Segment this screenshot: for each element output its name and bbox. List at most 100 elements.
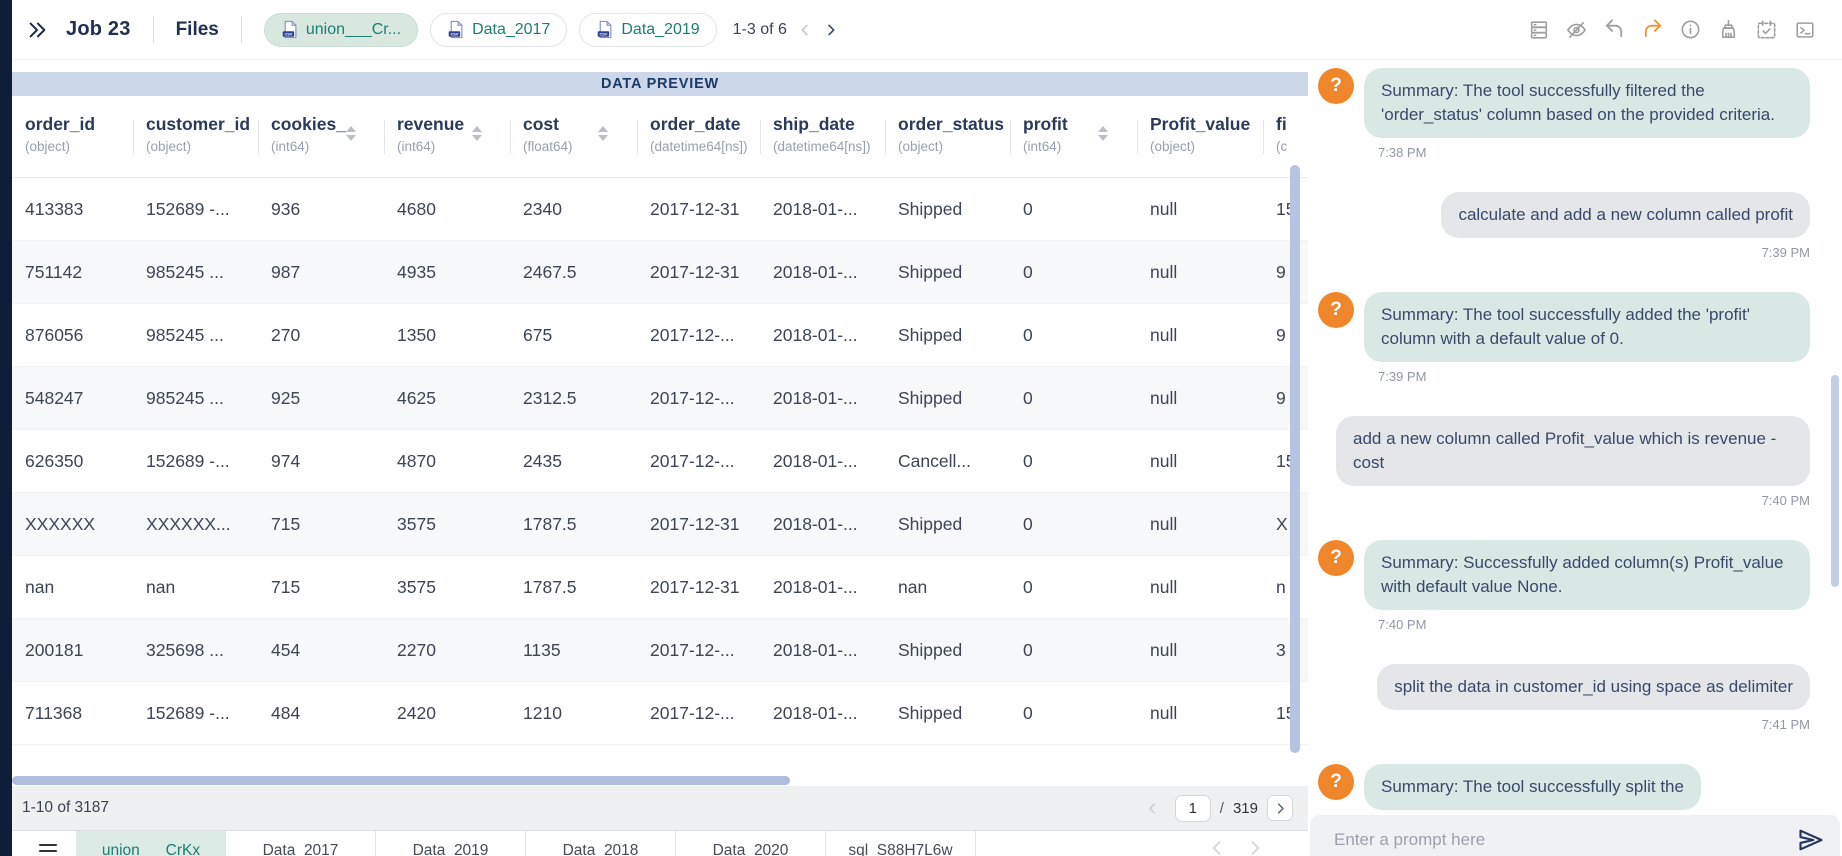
eye-off-icon[interactable] <box>1565 18 1588 41</box>
column-header-revenue[interactable]: revenue(int64) <box>384 96 510 177</box>
table-row: 200181325698 ...454227011352017-12-...20… <box>12 619 1308 682</box>
table-cell: 152689 -... <box>133 430 258 492</box>
column-name: profit <box>1023 114 1133 135</box>
table-cell: X <box>1263 493 1308 555</box>
table-cell: 3575 <box>384 493 510 555</box>
prompt-bar <box>1310 815 1840 856</box>
table-cell: Shipped <box>885 304 1010 366</box>
column-dtype: (object) <box>25 139 129 154</box>
chevrons-right-icon[interactable] <box>24 17 50 43</box>
column-header-Profit_value[interactable]: Profit_value(object) <box>1137 96 1263 177</box>
chat-bubble: Summary: The tool successfully split the <box>1364 764 1701 810</box>
table-cell: 985245 ... <box>133 241 258 303</box>
divider <box>153 17 154 43</box>
tabs-next-icon[interactable] <box>1245 838 1265 856</box>
chat-message-bot: ?Summary: The tool successfully added th… <box>1318 292 1810 384</box>
column-header-order_status[interactable]: order_status(object) <box>885 96 1010 177</box>
file-tab-label: Data_2017 <box>472 21 550 39</box>
column-header-profit[interactable]: profit (int64) <box>1010 96 1137 177</box>
sheet-tab[interactable]: Data_2020 <box>676 831 826 856</box>
data-rows-icon[interactable] <box>1527 18 1550 41</box>
sheet-tab[interactable]: Data_2019 <box>376 831 526 856</box>
table-cell: Shipped <box>885 682 1010 744</box>
table-vertical-scrollbar[interactable] <box>1290 165 1300 753</box>
chat-bubble: Summary: The tool successfully filtered … <box>1364 68 1810 138</box>
job-title: Job 23 <box>66 18 131 41</box>
chat-message-user: split the data in customer_id using spac… <box>1318 664 1810 732</box>
sheet-tab[interactable]: union___CrKx <box>76 831 226 856</box>
table-cell: 2017-12-... <box>637 304 760 366</box>
file-tab-pill[interactable]: CSVData_2019 <box>579 13 716 47</box>
table-cell: n <box>1263 556 1308 618</box>
chat-timestamp: 7:38 PM <box>1378 145 1810 160</box>
table-cell: 0 <box>1010 178 1137 240</box>
chat-message-bot: ? Summary: The tool successfully split th… <box>1318 764 1810 810</box>
table-cell: 936 <box>258 178 384 240</box>
file-tab-pill[interactable]: CSV Data_2017 <box>430 13 567 47</box>
pagination: 1 / 319 <box>1140 795 1293 822</box>
sort-arrows-icon[interactable] <box>598 126 608 141</box>
table-cell: 413383 <box>12 178 133 240</box>
table-cell: 1787.5 <box>510 493 637 555</box>
app-window: Job 23 Files CSVunion___Cr...CSVData_201… <box>0 0 1842 856</box>
column-header-cookies_[interactable]: cookies_(int64) <box>258 96 384 177</box>
prompt-input[interactable] <box>1318 830 1796 850</box>
undo-icon[interactable] <box>1603 18 1626 41</box>
table-row: XXXXXXXXXXXX...71535751787.52017-12-3120… <box>12 493 1308 556</box>
chevron-right-icon[interactable] <box>823 22 839 38</box>
chat-message-user: add a new column called Profit_value whi… <box>1318 416 1810 508</box>
send-icon[interactable] <box>1796 825 1826 855</box>
sort-arrows-icon[interactable] <box>346 126 356 141</box>
table-cell: 325698 ... <box>133 619 258 681</box>
sheet-tab-bar: union___CrKxData_2017Data_2019Data_2018D… <box>12 830 1308 856</box>
table-cell: 0 <box>1010 556 1137 618</box>
broom-icon[interactable] <box>1717 18 1740 41</box>
table-cell: 15 <box>1263 178 1308 240</box>
column-header-order_id[interactable]: order_id(object) <box>12 96 133 177</box>
terminal-icon[interactable] <box>1793 18 1816 41</box>
table-cell: 4680 <box>384 178 510 240</box>
table-cell: 2017-12-... <box>637 367 760 429</box>
table-cell: 2017-12-... <box>637 619 760 681</box>
table-row: 711368152689 -...484242012102017-12-...2… <box>12 682 1308 745</box>
bot-avatar: ? <box>1318 764 1354 800</box>
column-header-order_date[interactable]: order_date(datetime64[ns]) <box>637 96 760 177</box>
page-prev-icon[interactable] <box>1140 795 1166 821</box>
info-icon[interactable] <box>1679 18 1702 41</box>
chat-message-bot: ?Summary: The tool successfully filtered… <box>1318 68 1810 160</box>
column-header-cost[interactable]: cost(float64) <box>510 96 637 177</box>
sort-arrows-icon[interactable] <box>472 126 482 141</box>
table-horizontal-scrollbar[interactable] <box>12 776 790 785</box>
csv-file-icon: CSV <box>447 20 464 39</box>
chevron-left-icon[interactable] <box>797 22 813 38</box>
sheet-tab[interactable]: Data_2017 <box>226 831 376 856</box>
chat-panel: ? Summary: The tool successfully filtered… <box>1308 60 1842 856</box>
sheet-tab[interactable]: sql_S88H7L6w <box>826 831 976 856</box>
table-cell: 1787.5 <box>510 556 637 618</box>
table-cell: null <box>1137 493 1263 555</box>
table-cell: 1135 <box>510 619 637 681</box>
column-dtype: (c <box>1276 139 1308 154</box>
table-cell: 0 <box>1010 682 1137 744</box>
column-header-ship_date[interactable]: ship_date(datetime64[ns]) <box>760 96 885 177</box>
file-tab-pill[interactable]: CSVunion___Cr... <box>264 13 418 47</box>
table-row: 548247985245 ...92546252312.52017-12-...… <box>12 367 1308 430</box>
table-cell: 2340 <box>510 178 637 240</box>
csv-file-icon: CSV <box>281 20 298 39</box>
sheet-tab[interactable]: Data_2018 <box>526 831 676 856</box>
column-header-fi[interactable]: fi(c <box>1263 96 1308 177</box>
table-cell: null <box>1137 619 1263 681</box>
calendar-check-icon[interactable] <box>1755 18 1778 41</box>
table-cell: 15 <box>1263 682 1308 744</box>
sort-arrows-icon[interactable] <box>1098 126 1108 141</box>
page-number-input[interactable]: 1 <box>1175 795 1211 822</box>
table-body: 413383152689 -...936468023402017-12-3120… <box>12 178 1308 745</box>
page-next-icon[interactable] <box>1267 795 1293 821</box>
column-dtype: (int64) <box>1023 139 1133 154</box>
column-header-customer_id[interactable]: customer_id(object) <box>133 96 258 177</box>
tabs-prev-icon[interactable] <box>1207 838 1227 856</box>
collapsed-sidebar[interactable] <box>0 0 12 856</box>
chat-scrollbar[interactable] <box>1831 375 1839 587</box>
menu-icon[interactable] <box>38 843 58 856</box>
redo-icon[interactable] <box>1641 18 1664 41</box>
